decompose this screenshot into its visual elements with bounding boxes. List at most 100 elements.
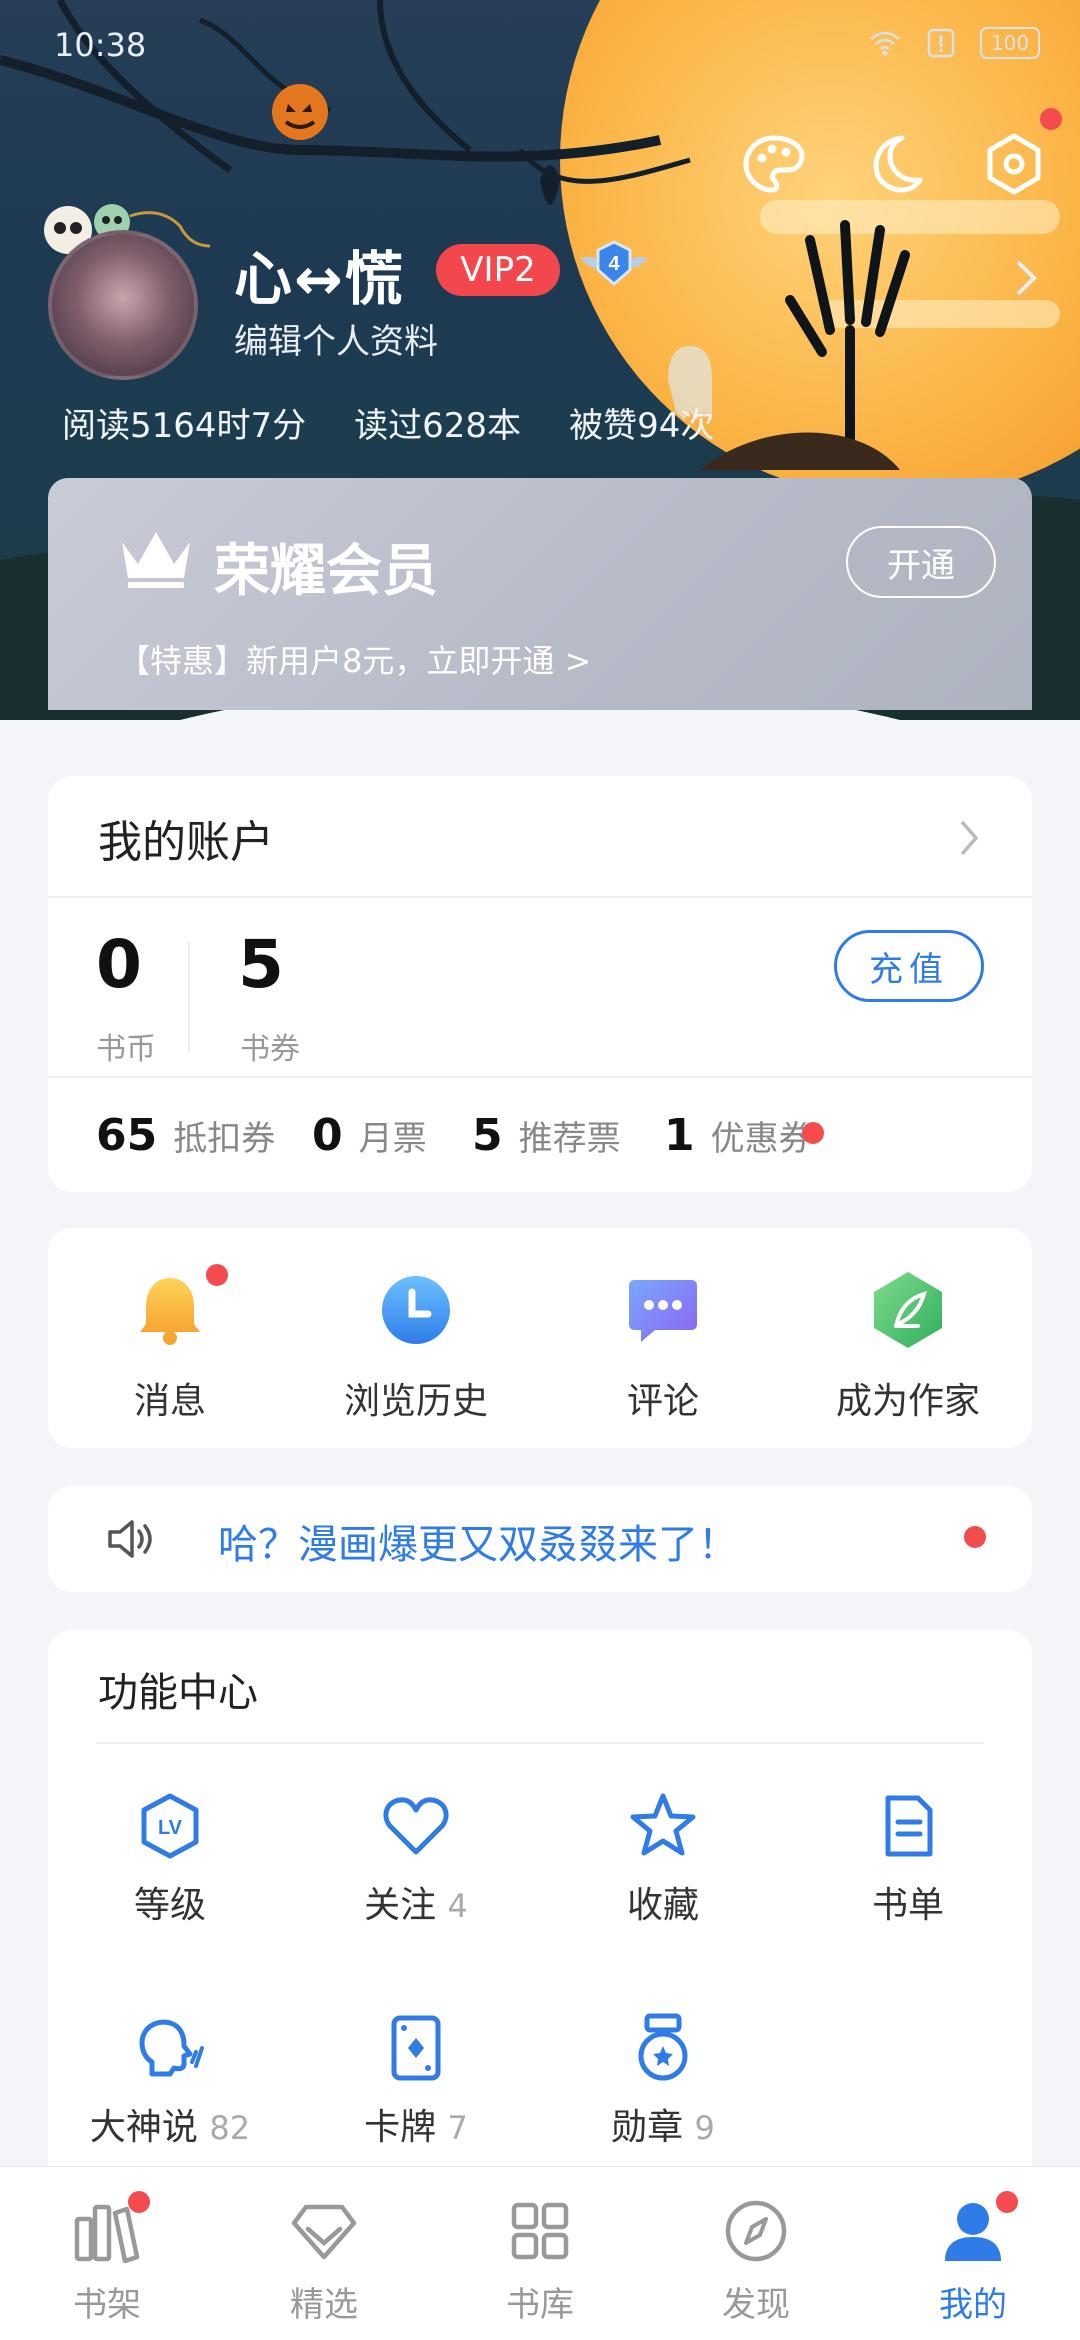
- messages-button[interactable]: 消息: [70, 1264, 270, 1424]
- coins-value[interactable]: 0: [96, 926, 142, 1003]
- comments-button[interactable]: 评论: [563, 1268, 763, 1424]
- favorites-button[interactable]: 收藏: [563, 1790, 763, 1928]
- ticket-recommend[interactable]: 5 推荐票: [472, 1110, 621, 1161]
- compass-icon: [725, 2200, 787, 2262]
- wifi-icon: [870, 31, 900, 56]
- quick-link-label: 评论: [626, 1381, 699, 1422]
- vouchers-label: 书券: [240, 1032, 300, 1067]
- tab-featured[interactable]: 精选: [249, 2195, 399, 2326]
- tab-label: 书库: [506, 2285, 574, 2325]
- master-talk-button[interactable]: 大神说 82: [70, 2012, 270, 2150]
- status-icons: 100: [868, 26, 1040, 60]
- function-count: 7: [447, 2109, 468, 2147]
- books-read-stat: 读过628本: [354, 406, 522, 446]
- quick-links-card: 消息 浏览历史 评论 成为作家: [48, 1228, 1032, 1448]
- function-label: 关注 4: [364, 1885, 468, 1926]
- quick-link-label: 消息: [133, 1381, 206, 1422]
- function-count: 4: [447, 1887, 468, 1925]
- vip-promo-link[interactable]: 【特惠】新用户8元，立即开通 >: [118, 636, 591, 682]
- moon-icon: [873, 135, 923, 193]
- crown-icon: [122, 532, 190, 588]
- function-count: 9: [694, 2109, 715, 2147]
- avatar[interactable]: [48, 230, 198, 380]
- ticket-value: 1: [664, 1110, 695, 1161]
- function-label: 书单: [871, 1885, 944, 1926]
- top-actions: [738, 108, 1062, 200]
- clock-icon: [382, 1276, 450, 1344]
- function-label: 收藏: [626, 1885, 699, 1926]
- gear-icon: [987, 133, 1041, 195]
- become-author-button[interactable]: 成为作家: [808, 1268, 1008, 1424]
- booklist-button[interactable]: 书单: [808, 1790, 1008, 1928]
- bell-icon: [140, 1278, 200, 1345]
- bookshelf-badge-dot: [128, 2191, 150, 2213]
- vouchers-value[interactable]: 5: [238, 926, 284, 1003]
- me-badge-dot: [996, 2191, 1018, 2213]
- ticket-value: 5: [472, 1110, 503, 1161]
- medal-icon: [638, 2013, 688, 2081]
- vip-membership-card[interactable]: 荣耀会员 开通 【特惠】新用户8元，立即开通 >: [48, 478, 1032, 710]
- function-label: 大神说 82: [89, 2107, 251, 2148]
- tab-label: 书架: [73, 2285, 141, 2325]
- vip-open-button[interactable]: 开通: [846, 526, 996, 598]
- ticket-coupon[interactable]: 1 优惠券: [664, 1110, 813, 1161]
- palette-icon: [743, 135, 805, 193]
- tab-label: 发现: [722, 2285, 790, 2325]
- chevron-right-icon[interactable]: [958, 818, 982, 858]
- likes-received-stat: 被赞94次: [569, 406, 715, 446]
- function-label: 勋章 9: [611, 2107, 715, 2148]
- notice-text[interactable]: 哈？漫画爆更又双叒叕来了！: [218, 1512, 738, 1570]
- cards-button[interactable]: 卡牌 7: [316, 2012, 516, 2150]
- diamond-icon: [291, 2204, 357, 2260]
- divider: [48, 1076, 1032, 1078]
- level-icon: LV: [141, 1793, 199, 1859]
- ticket-label: 抵扣券: [173, 1119, 276, 1159]
- medals-button[interactable]: 勋章 9: [563, 2012, 763, 2150]
- tab-bookshelf[interactable]: 书架: [32, 2191, 182, 2326]
- function-label: 卡牌 7: [364, 2107, 468, 2148]
- coins-label: 书币: [96, 1032, 156, 1067]
- divider: [188, 942, 190, 1052]
- vip-title: 荣耀会员: [214, 539, 438, 604]
- quick-link-label: 浏览历史: [343, 1381, 488, 1422]
- settings-button[interactable]: [978, 108, 1062, 200]
- notice-bar[interactable]: 哈？漫画爆更又双叒叕来了！: [48, 1486, 1032, 1592]
- tab-label: 我的: [939, 2285, 1007, 2325]
- ticket-label: 月票: [358, 1119, 427, 1159]
- tab-library[interactable]: 书库: [465, 2195, 615, 2326]
- history-button[interactable]: 浏览历史: [316, 1268, 516, 1424]
- username[interactable]: 心↔慌: [234, 232, 405, 316]
- status-bar: 10:38 100: [0, 0, 1080, 92]
- heart-icon: [383, 1797, 449, 1855]
- account-title[interactable]: 我的账户: [98, 806, 274, 870]
- divider: [96, 1742, 984, 1744]
- profile-banner: 10:38 100 心↔慌 VIP2 4 编辑个人资料 阅读5164时7分 读过…: [0, 0, 1080, 720]
- level-number: 4: [608, 253, 620, 275]
- ticket-value: 0: [312, 1110, 343, 1161]
- notice-badge-dot: [964, 1526, 986, 1548]
- ticket-label: 推荐票: [518, 1119, 621, 1159]
- night-mode-button[interactable]: [858, 128, 930, 200]
- level-wing-badge-icon[interactable]: 4: [576, 236, 652, 298]
- ticket-monthly[interactable]: 0 月票: [312, 1110, 427, 1161]
- tab-discover[interactable]: 发现: [681, 2195, 831, 2326]
- following-button[interactable]: 关注 4: [316, 1790, 516, 1928]
- vip-badge[interactable]: VIP2: [436, 244, 560, 296]
- tab-me[interactable]: 我的: [898, 2191, 1048, 2326]
- chevron-right-icon[interactable]: [1012, 256, 1040, 300]
- theme-button[interactable]: [738, 128, 810, 200]
- battery-indicator: 100: [980, 27, 1040, 59]
- quill-icon: [874, 1272, 942, 1348]
- svg-text:LV: LV: [158, 1817, 183, 1839]
- quick-link-label: 成为作家: [835, 1381, 980, 1422]
- divider: [48, 896, 1032, 898]
- edit-profile-link[interactable]: 编辑个人资料: [234, 314, 438, 363]
- ticket-deduction[interactable]: 65 抵扣券: [96, 1110, 275, 1161]
- status-time: 10:38: [54, 26, 147, 64]
- account-card: 我的账户 0 书币 5 书券 充值 65 抵扣券 0 月票 5 推荐票 1 优惠…: [48, 776, 1032, 1192]
- bottom-tab-bar: 书架 精选 书库 发现 我的: [0, 2166, 1080, 2340]
- level-button[interactable]: LV 等级: [70, 1790, 270, 1928]
- booklist-icon: [885, 1795, 933, 1857]
- messages-badge-dot: [206, 1264, 228, 1286]
- recharge-button[interactable]: 充值: [834, 930, 984, 1002]
